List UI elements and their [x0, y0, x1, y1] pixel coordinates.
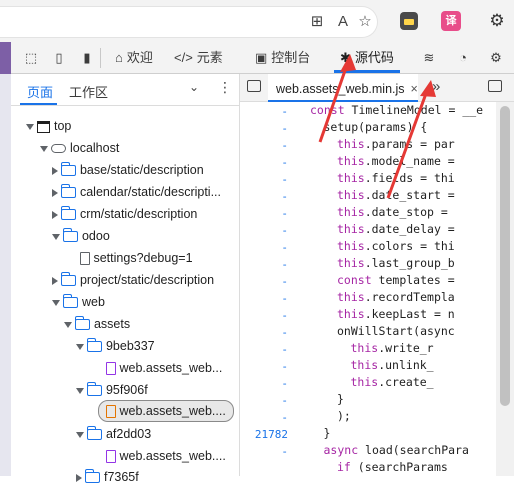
arrow-to-more-tabs: [386, 80, 436, 199]
arrow-to-sources-tab: [318, 54, 356, 143]
annotation-arrows: [318, 54, 436, 199]
